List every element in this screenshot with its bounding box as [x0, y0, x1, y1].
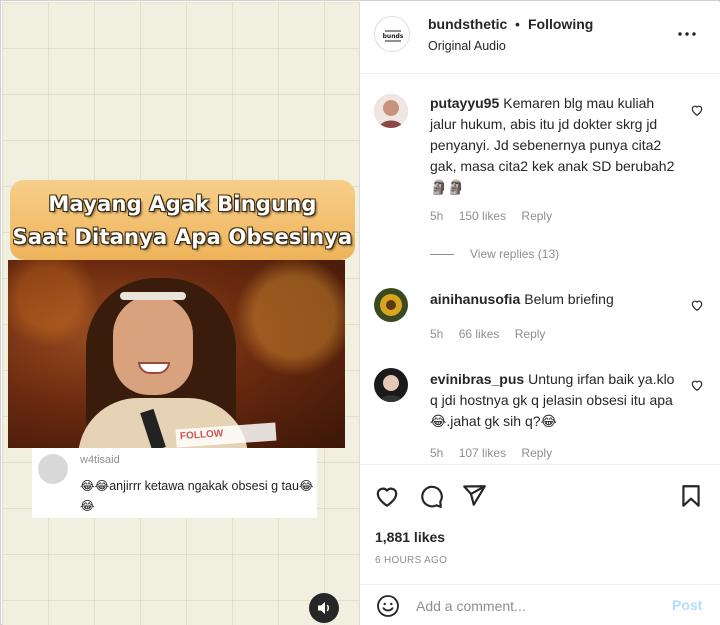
comment-username[interactable]: ainihanusofia	[430, 291, 520, 307]
heart-icon	[691, 105, 703, 116]
heart-icon	[691, 300, 703, 311]
audio-link[interactable]: Original Audio	[428, 39, 506, 53]
view-replies-button[interactable]: View replies (13)	[430, 247, 559, 261]
heart-icon	[691, 380, 703, 391]
post-details-panel: bunds bundsthetic • Following Original A…	[359, 2, 720, 625]
reply-button[interactable]: Reply	[515, 327, 546, 341]
comment-like-button[interactable]	[690, 103, 704, 117]
likes-count[interactable]: 1,881 likes	[375, 529, 445, 545]
comment-body: Belum briefing	[524, 291, 614, 307]
svg-text:bunds: bunds	[383, 33, 404, 40]
comment-input[interactable]	[416, 595, 656, 617]
video-frame: FOLLOW	[8, 260, 345, 448]
account-logo-icon: bunds	[376, 18, 409, 51]
comment-username[interactable]: evinibras_pus	[430, 371, 524, 387]
comment-text: evinibras_pus Untung irfan baik ya.klo q …	[430, 369, 680, 432]
heart-icon	[376, 487, 398, 507]
comment-time: 5h	[430, 327, 444, 341]
more-options-button[interactable]	[675, 22, 699, 46]
avatar[interactable]	[374, 368, 408, 402]
comment-like-button[interactable]	[690, 298, 704, 312]
following-button[interactable]: Following	[528, 16, 593, 32]
instagram-post-window: Mayang Agak Bingung Saat Ditanya Apa Obs…	[0, 0, 720, 625]
embedded-comment-text: 😂😂anjirrr ketawa ngakak obsesi g tau😂😂	[80, 479, 314, 513]
post-timestamp: 6 HOURS AGO	[375, 555, 448, 566]
avatar[interactable]	[374, 288, 408, 322]
comment-icon	[421, 485, 443, 508]
avatar[interactable]	[374, 94, 408, 128]
comment-like-button[interactable]	[690, 378, 704, 392]
mute-button[interactable]	[309, 593, 339, 623]
view-replies-label: View replies (13)	[470, 247, 560, 261]
comment-text: ainihanusofia Belum briefing	[430, 289, 680, 310]
author-username[interactable]: bundsthetic	[428, 16, 507, 32]
post-button[interactable]: Post	[672, 597, 702, 613]
comment-button[interactable]	[418, 483, 444, 509]
header-separator: •	[515, 16, 520, 32]
add-comment-bar: Post	[360, 584, 720, 625]
comment-username[interactable]: putayyu95	[430, 95, 499, 111]
comment-likes[interactable]: 66 likes	[459, 327, 500, 341]
comment-meta: 5h 107 likes Reply	[430, 446, 564, 460]
like-button[interactable]	[374, 483, 400, 509]
comment-meta: 5h 150 likes Reply	[430, 209, 564, 223]
comment-text: putayyu95 Kemaren blg mau kuliah jalur hu…	[430, 93, 680, 198]
send-icon	[463, 485, 486, 506]
avatar[interactable]: bunds	[374, 16, 410, 52]
emoji-button[interactable]	[376, 594, 400, 618]
caption-line-1: Mayang Agak Bingung	[48, 192, 317, 216]
share-button[interactable]	[461, 483, 487, 509]
post-media[interactable]: Mayang Agak Bingung Saat Ditanya Apa Obs…	[2, 2, 359, 625]
comments-list[interactable]: putayyu95 Kemaren blg mau kuliah jalur hu…	[360, 74, 720, 464]
comment-likes[interactable]: 107 likes	[459, 446, 506, 460]
avatar	[38, 454, 68, 484]
more-horizontal-icon	[678, 32, 696, 36]
smiley-icon	[377, 595, 399, 617]
channel-logo	[14, 264, 48, 278]
comment-time: 5h	[430, 446, 444, 460]
embedded-comment-user: w4tisaid	[80, 454, 120, 466]
save-button[interactable]	[678, 483, 704, 509]
comment-likes[interactable]: 150 likes	[459, 209, 506, 223]
caption-line-2: Saat Ditanya Apa Obsesinya	[12, 225, 353, 249]
video-caption-banner: Mayang Agak Bingung Saat Ditanya Apa Obs…	[10, 180, 355, 260]
bookmark-icon	[682, 485, 700, 507]
embedded-tiktok-comment: w4tisaid 😂😂anjirrr ketawa ngakak obsesi …	[32, 448, 317, 518]
speaker-icon	[318, 602, 329, 614]
reply-button[interactable]: Reply	[521, 209, 552, 223]
post-actions: 1,881 likes 6 HOURS AGO	[360, 464, 720, 584]
comment-time: 5h	[430, 209, 444, 223]
post-header: bunds bundsthetic • Following Original A…	[360, 2, 720, 74]
comment-meta: 5h 66 likes Reply	[430, 327, 557, 341]
reply-button[interactable]: Reply	[521, 446, 552, 460]
